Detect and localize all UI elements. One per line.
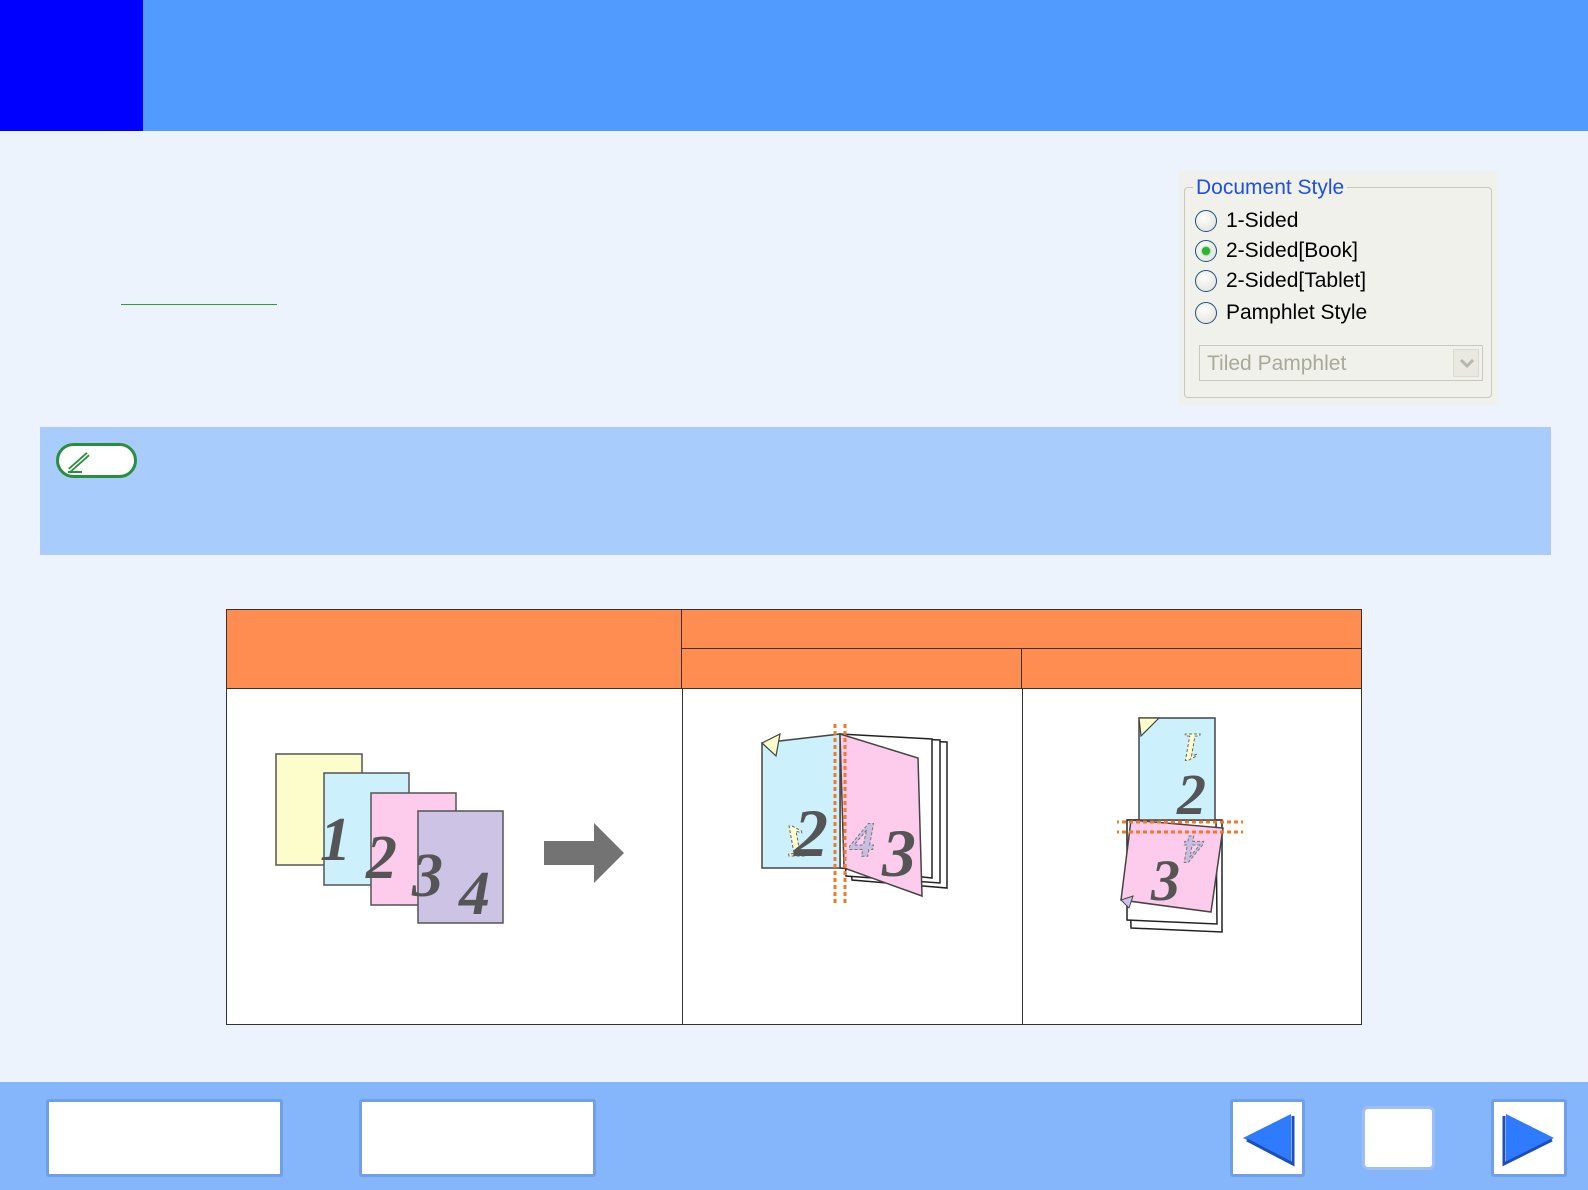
prev-page-button[interactable]	[1230, 1099, 1305, 1177]
page-number-3: 3	[411, 842, 443, 910]
tablet-style-illustration: 1 2 4 3	[1117, 717, 1243, 933]
page-number-4-inverted: 4	[1183, 827, 1204, 872]
page-number-1: 1	[320, 806, 351, 874]
next-page-button[interactable]	[1491, 1099, 1567, 1177]
contents-button[interactable]	[46, 1099, 283, 1177]
radio-button[interactable]	[1195, 302, 1217, 324]
dropdown-button[interactable]	[1453, 349, 1479, 377]
table-header-tablet	[1022, 649, 1361, 688]
page-number-3: 3	[1150, 848, 1180, 913]
radio-button[interactable]	[1195, 270, 1217, 292]
page-number-2: 2	[1176, 762, 1206, 827]
select-value: Tiled Pamphlet	[1207, 352, 1347, 375]
table-header-original	[227, 610, 682, 688]
row-divider	[227, 688, 1361, 689]
radio-1-sided[interactable]: 1-Sided	[1195, 207, 1298, 235]
index-button[interactable]	[359, 1099, 596, 1177]
radio-label: Pamphlet Style	[1226, 301, 1368, 324]
left-arrow-icon	[1243, 1114, 1295, 1167]
right-arrow-icon	[1502, 1114, 1554, 1167]
radio-button[interactable]	[1195, 210, 1217, 232]
radio-2-sided-book[interactable]: 2-Sided[Book]	[1195, 237, 1358, 265]
document-style-panel: Document Style 1-Sided 2-Sided[Book] 2-S…	[1179, 171, 1497, 405]
radio-label: 1-Sided	[1226, 209, 1299, 232]
book-style-illustration: 1 2 4 3	[760, 724, 948, 904]
column-divider	[1022, 688, 1023, 1024]
document-style-title: Document Style	[1193, 176, 1348, 200]
column-divider	[682, 688, 683, 1024]
document-style-table: 1 2 3 4 1 2 4 3 1 2 4 3	[226, 609, 1362, 1025]
page-number-3: 3	[881, 815, 916, 891]
text-link-underline[interactable]	[121, 304, 277, 305]
header-bar	[0, 0, 1588, 131]
page-number-4: 4	[458, 860, 490, 928]
radio-label: 2-Sided[Book]	[1226, 239, 1358, 262]
page-number-2: 2	[793, 795, 828, 871]
header-accent-square	[0, 0, 143, 131]
note-badge	[56, 443, 137, 478]
pamphlet-style-select[interactable]: Tiled Pamphlet	[1199, 345, 1483, 381]
table-header-output	[682, 610, 1361, 649]
home-button[interactable]	[1362, 1106, 1435, 1170]
radio-button-checked[interactable]	[1195, 240, 1217, 262]
radio-2-sided-tablet[interactable]: 2-Sided[Tablet]	[1195, 267, 1366, 295]
page-number-4-mirrored: 4	[849, 811, 875, 867]
original-pages-illustration: 1 2 3 4	[275, 753, 624, 928]
radio-label: 2-Sided[Tablet]	[1226, 269, 1367, 292]
right-arrow-icon	[544, 823, 624, 883]
pencil-icon	[68, 452, 90, 473]
table-header-book	[682, 649, 1022, 688]
page-number-2: 2	[365, 824, 397, 892]
radio-pamphlet-style[interactable]: Pamphlet Style	[1195, 299, 1367, 327]
chevron-down-icon	[1460, 359, 1474, 369]
note-bar	[40, 427, 1551, 555]
